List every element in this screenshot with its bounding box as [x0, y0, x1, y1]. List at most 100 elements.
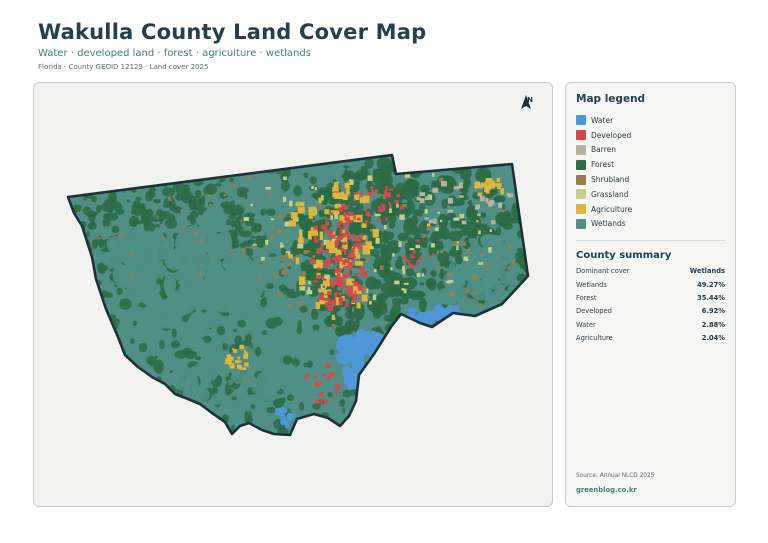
grassland-patch — [389, 208, 392, 213]
forest-patch — [189, 206, 193, 211]
forest-patch — [475, 328, 481, 335]
forest-patch — [383, 231, 395, 241]
shrubland-patch — [298, 301, 303, 306]
developed-patch — [351, 234, 356, 237]
agriculture-patch — [363, 251, 371, 255]
developed-patch — [318, 267, 321, 271]
water-patch — [383, 344, 390, 353]
forest-patch — [76, 253, 79, 258]
forest-patch — [461, 349, 468, 355]
map-panel[interactable]: N — [33, 82, 553, 507]
grassland-patch — [488, 247, 492, 253]
forest-patch — [174, 350, 189, 359]
grassland-patch — [369, 300, 372, 305]
forest-patch — [68, 259, 69, 266]
forest-patch — [393, 390, 401, 397]
forest-patch — [104, 201, 115, 213]
barren-patch — [458, 182, 463, 189]
developed-patch — [351, 248, 355, 254]
grassland-patch — [409, 248, 415, 251]
forest-patch — [404, 397, 413, 411]
agriculture-patch — [344, 183, 350, 188]
forest-patch — [155, 224, 161, 228]
agriculture-patch — [288, 220, 297, 227]
forest-patch — [446, 369, 456, 378]
forest-patch — [342, 389, 352, 398]
shrubland-patch — [248, 177, 251, 181]
forest-patch — [142, 217, 153, 224]
agriculture-patch — [333, 192, 343, 199]
forest-patch — [208, 155, 217, 169]
legend-item-agriculture: Agriculture — [576, 202, 725, 217]
shrubland-patch — [263, 245, 266, 249]
barren-patch — [506, 193, 511, 196]
forest-patch — [47, 226, 51, 233]
forest-patch — [474, 329, 486, 339]
developed-patch — [320, 242, 323, 249]
legend-list: Water Developed Barren Forest Shrubland … — [576, 113, 725, 231]
developed-patch — [321, 275, 324, 280]
forest-patch — [249, 155, 255, 158]
grassland-patch — [289, 200, 293, 207]
forest-patch — [79, 257, 83, 262]
forest-patch — [132, 320, 138, 326]
agriculture-patch — [233, 349, 237, 353]
forest-patch — [412, 209, 422, 216]
forest-patch — [482, 317, 498, 326]
water-patch — [386, 347, 398, 362]
forest-patch — [228, 155, 238, 165]
developed-patch — [353, 199, 356, 202]
forest-patch — [55, 245, 60, 249]
wetland-patch — [480, 277, 494, 290]
developed-patch — [396, 193, 400, 198]
wetland-patch — [472, 325, 484, 339]
developed-patch — [339, 278, 343, 283]
forest-patch — [64, 203, 68, 207]
developed-patch — [346, 291, 351, 295]
forest-patch — [265, 317, 279, 329]
forest-patch — [439, 261, 449, 267]
developed-patch — [314, 382, 319, 387]
developed-patch — [347, 261, 353, 267]
developed-patch — [337, 220, 343, 224]
legend-swatch — [576, 189, 586, 200]
shrubland-patch — [287, 261, 292, 266]
forest-patch — [130, 210, 138, 215]
credit-link[interactable]: greenblog.co.kr — [576, 486, 637, 494]
wetland-patch — [132, 281, 139, 296]
forest-patch — [406, 337, 420, 353]
forest-patch — [411, 331, 417, 336]
water-patch — [375, 358, 382, 372]
forest-patch — [50, 315, 56, 319]
shrubland-patch — [168, 199, 172, 202]
county-map[interactable] — [34, 83, 553, 507]
shrubland-patch — [461, 241, 466, 246]
forest-patch — [436, 155, 446, 167]
forest-patch — [215, 183, 222, 187]
forest-patch — [170, 340, 180, 349]
forest-patch — [222, 426, 226, 430]
forest-patch — [231, 396, 238, 401]
developed-patch — [314, 235, 317, 238]
forest-patch — [441, 321, 449, 334]
forest-patch — [236, 186, 249, 194]
forest-patch — [126, 199, 131, 203]
developed-patch — [358, 191, 363, 195]
legend-label: Water — [591, 115, 614, 125]
forest-patch — [110, 369, 116, 377]
grassland-patch — [299, 286, 305, 291]
forest-patch — [412, 338, 418, 346]
forest-patch — [417, 402, 426, 413]
forest-patch — [488, 320, 498, 330]
forest-patch — [422, 328, 429, 337]
forest-patch — [135, 196, 142, 202]
forest-patch — [262, 155, 271, 161]
forest-patch — [280, 180, 290, 192]
summary-table: Dominant cover Wetlands Wetlands 49.27% … — [576, 267, 725, 347]
shrubland-patch — [389, 203, 392, 209]
barren-patch — [485, 197, 489, 204]
water-patch — [369, 331, 378, 339]
forest-patch — [441, 342, 452, 353]
summary-row: Dominant cover Wetlands — [576, 267, 725, 280]
wetland-patch — [131, 260, 142, 271]
